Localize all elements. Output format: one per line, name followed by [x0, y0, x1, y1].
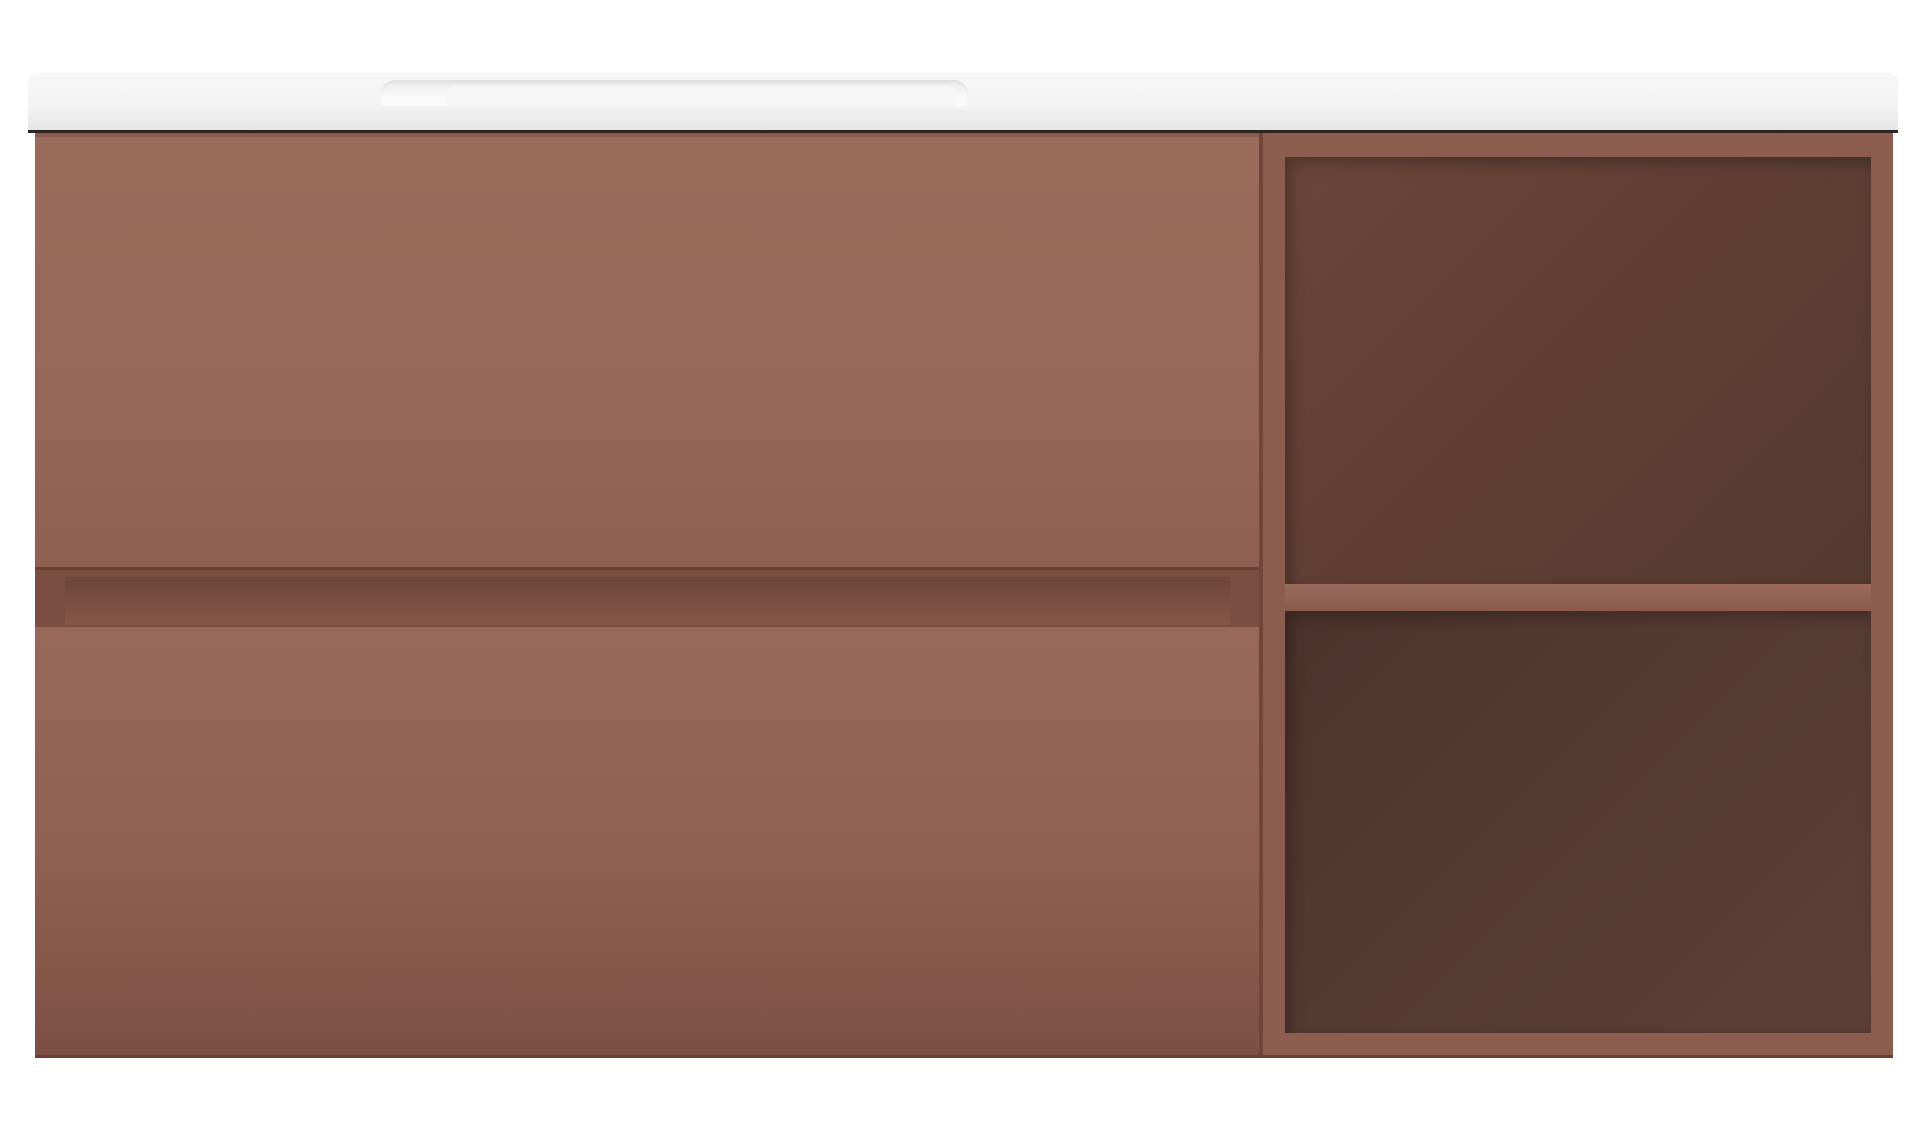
- drawer-handle-groove: [35, 567, 1259, 627]
- lower-shelf-compartment: [1285, 611, 1871, 1033]
- integrated-basin: [380, 80, 968, 106]
- vanity-cabinet: [35, 133, 1893, 1058]
- cabinet-bottom-edge: [35, 1055, 1893, 1058]
- bottom-drawer-front: [35, 627, 1259, 1058]
- open-shelf-unit: [1263, 133, 1893, 1058]
- product-image: [0, 0, 1920, 1132]
- top-drawer-front: [35, 137, 1259, 567]
- vanity-countertop: [28, 73, 1898, 133]
- upper-shelf-compartment: [1285, 157, 1871, 584]
- shelf-board: [1285, 584, 1871, 611]
